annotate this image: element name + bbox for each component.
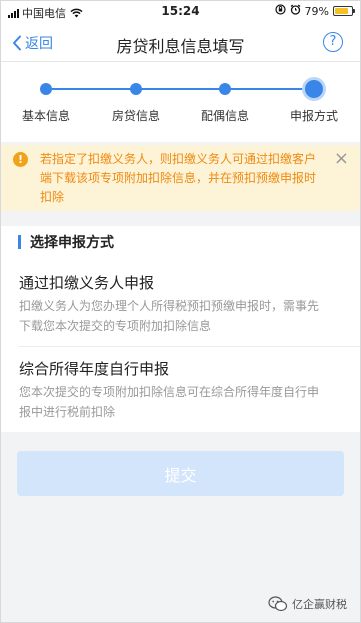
help-icon[interactable]: ? xyxy=(323,32,343,52)
section-title: 选择申报方式 xyxy=(18,234,114,251)
step-dot xyxy=(130,83,142,95)
battery-percent: 79% xyxy=(304,4,329,18)
option-title: 综合所得年度自行申报 xyxy=(19,360,170,378)
wechat-icon xyxy=(268,596,288,612)
filing-method-section: 选择申报方式 通过扣缴义务人申报 扣缴义务人为您办理个人所得税预扣预缴申报时，需… xyxy=(0,226,361,432)
divider xyxy=(19,346,361,347)
battery-level xyxy=(335,8,348,14)
section-title-text: 选择申报方式 xyxy=(30,235,114,251)
status-bar: 中国电信 15:24 79% xyxy=(0,0,361,24)
progress-steps: 基本信息 房贷信息 配偶信息 申报方式 xyxy=(0,62,361,142)
alarm-icon xyxy=(290,4,301,18)
option-annual-self-filing[interactable]: 综合所得年度自行申报 您本次提交的专项附加扣除信息可在综合所得年度自行申报中进行… xyxy=(0,360,361,422)
submit-button[interactable]: 提交 xyxy=(17,451,344,496)
option-desc: 您本次提交的专项附加扣除信息可在综合所得年度自行申报中进行税前扣除 xyxy=(19,385,320,419)
rotation-lock-icon xyxy=(274,4,286,18)
warning-icon: ! xyxy=(13,152,28,167)
battery-icon xyxy=(333,6,355,16)
page-title: 房贷利息信息填写 xyxy=(116,37,245,56)
status-right: 79% xyxy=(274,4,355,18)
option-withholding-agent[interactable]: 通过扣缴义务人申报 扣缴义务人为您办理个人所得税预扣预缴申报时，需事先下载您本次… xyxy=(0,274,361,336)
option-desc: 扣缴义务人为您办理个人所得税预扣预缴申报时，需事先下载您本次提交的专项附加扣除信… xyxy=(19,299,320,333)
step-label: 配偶信息 xyxy=(200,109,249,123)
step-label: 房贷信息 xyxy=(111,109,160,123)
step-line xyxy=(46,88,315,90)
watermark-text: 亿企赢财税 xyxy=(292,598,347,611)
watermark: 亿企赢财税 xyxy=(268,596,347,612)
step-dot xyxy=(219,83,231,95)
notice-text: 若指定了扣缴义务人，则扣缴义务人可通过扣缴客户端下载该项专项附加扣除信息，并在预… xyxy=(40,152,317,204)
close-icon[interactable]: × xyxy=(334,150,349,168)
notice-banner: ! 若指定了扣缴义务人，则扣缴义务人可通过扣缴客户端下载该项专项附加扣除信息，并… xyxy=(0,145,361,211)
step-dot-current xyxy=(305,80,323,98)
option-title: 通过扣缴义务人申报 xyxy=(19,274,155,292)
step-dot xyxy=(40,83,52,95)
nav-bar: 返回 房贷利息信息填写 ? xyxy=(0,24,361,62)
step-label: 基本信息 xyxy=(21,109,70,123)
step-label: 申报方式 xyxy=(289,109,338,123)
section-marker xyxy=(18,235,21,249)
